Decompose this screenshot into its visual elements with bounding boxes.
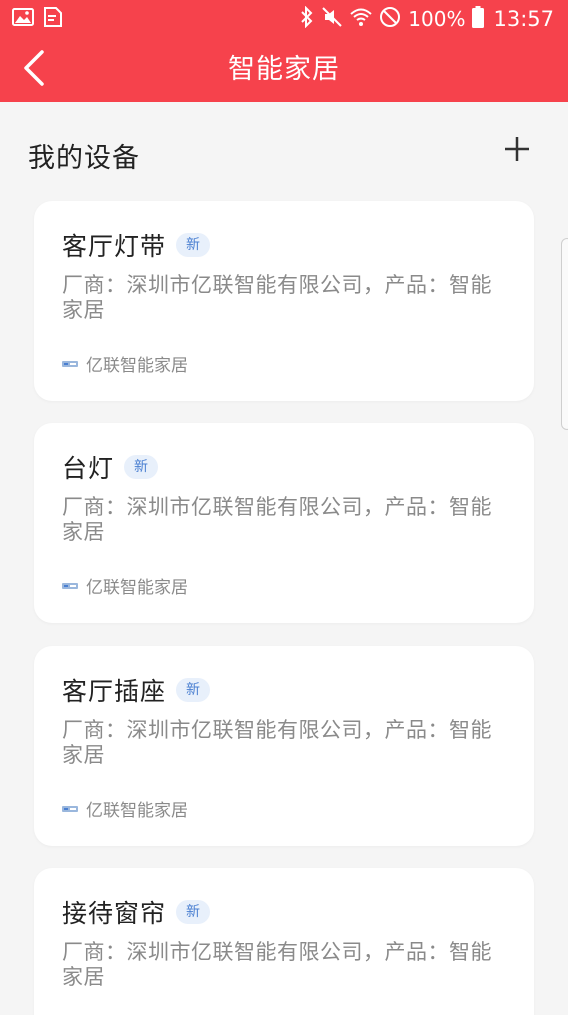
document-icon: [44, 7, 62, 31]
status-left-icons: [12, 7, 62, 31]
page-title: 智能家居: [228, 54, 340, 85]
brand-name: 亿联智能家居: [86, 578, 188, 598]
device-name: 接待窗帘: [62, 899, 167, 928]
device-name-row: 接待窗帘 新: [62, 894, 211, 930]
device-description: 厂商：深圳市亿联智能有限公司，产品：智能家居: [62, 495, 492, 544]
battery-icon: [472, 5, 485, 33]
brand-row: 亿联智能家居: [62, 796, 188, 821]
scroll-indicator[interactable]: [561, 238, 568, 430]
app-bar: 智能家居: [0, 38, 568, 102]
gallery-icon: [12, 8, 34, 30]
battery-percent: 100%: [408, 7, 466, 31]
device-description: 厂商：深圳市亿联智能有限公司，产品：智能家居: [62, 718, 492, 767]
device-card[interactable]: 客厅插座 新 厂商：深圳市亿联智能有限公司，产品：智能家居 亿联智能家居: [34, 646, 534, 846]
device-card[interactable]: 接待窗帘 新 厂商：深圳市亿联智能有限公司，产品：智能家居: [34, 868, 534, 1015]
section-header: 我的设备: [0, 102, 568, 202]
bluetooth-icon: [300, 5, 314, 33]
plus-icon: [500, 137, 534, 170]
clock: 13:57: [493, 7, 554, 31]
brand-name: 亿联智能家居: [86, 801, 188, 821]
device-name: 客厅灯带: [62, 232, 167, 261]
device-card[interactable]: 客厅灯带 新 厂商：深圳市亿联智能有限公司，产品：智能家居 亿联智能家居: [34, 201, 534, 401]
brand-name: 亿联智能家居: [86, 356, 188, 376]
new-badge: 新: [176, 678, 211, 702]
device-name-row: 客厅插座 新: [62, 672, 211, 708]
wifi-icon: [350, 7, 372, 32]
device-description: 厂商：深圳市亿联智能有限公司，产品：智能家居: [62, 273, 492, 322]
brand-row: 亿联智能家居: [62, 351, 188, 376]
device-name: 台灯: [62, 454, 115, 483]
new-badge: 新: [124, 455, 159, 479]
section-title: 我的设备: [28, 143, 140, 174]
status-right-icons: 100% 13:57: [300, 5, 554, 33]
do-not-disturb-icon: [379, 6, 401, 33]
device-name-row: 台灯 新: [62, 449, 159, 485]
device-name: 客厅插座: [62, 677, 167, 706]
new-badge: 新: [176, 900, 211, 924]
add-device-button[interactable]: [500, 132, 534, 166]
status-bar: 100% 13:57: [0, 0, 568, 38]
device-name-row: 客厅灯带 新: [62, 227, 211, 263]
device-description: 厂商：深圳市亿联智能有限公司，产品：智能家居: [62, 940, 492, 989]
brand-row: 亿联智能家居: [62, 573, 188, 598]
brand-logo-icon: [62, 799, 78, 818]
device-card[interactable]: 台灯 新 厂商：深圳市亿联智能有限公司，产品：智能家居 亿联智能家居: [34, 423, 534, 623]
brand-logo-icon: [62, 576, 78, 595]
new-badge: 新: [176, 233, 211, 257]
brand-logo-icon: [62, 354, 78, 373]
mute-icon: [321, 6, 343, 33]
